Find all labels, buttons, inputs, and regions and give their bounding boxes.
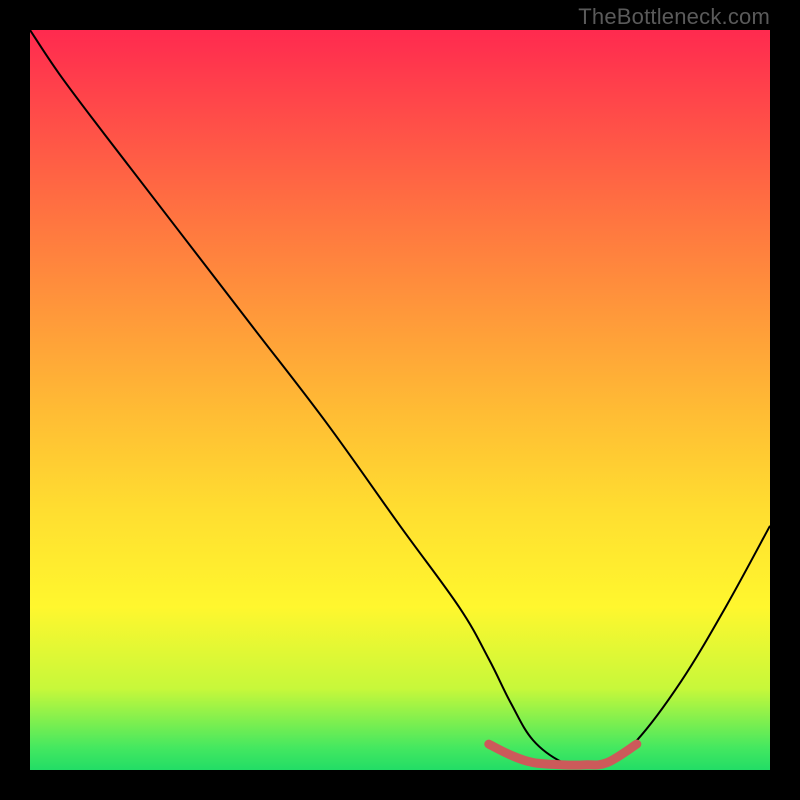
attribution-text: TheBottleneck.com (578, 4, 770, 30)
optimal-range-marker (489, 744, 637, 765)
bottleneck-curve (30, 30, 770, 766)
chart-frame: TheBottleneck.com (0, 0, 800, 800)
plot-area (30, 30, 770, 770)
chart-svg (30, 30, 770, 770)
